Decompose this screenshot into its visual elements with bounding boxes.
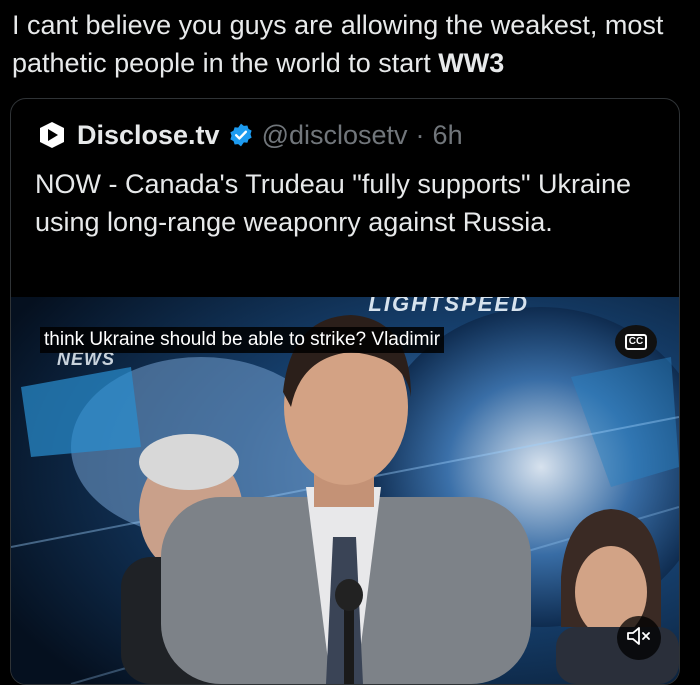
post-text-bold: WW3: [438, 48, 505, 78]
closed-captions-button[interactable]: CC: [615, 325, 657, 359]
verified-badge-icon: [228, 122, 254, 148]
quoted-author-name[interactable]: Disclose.tv: [77, 120, 220, 151]
post-text-main: I cant believe you guys are allowing the…: [12, 10, 664, 78]
video-caption: think Ukraine should be able to strike? …: [40, 327, 445, 353]
dot-separator: ·: [415, 119, 425, 150]
backdrop-sign: LIGHTSPEED: [368, 297, 529, 316]
quoted-author-handle[interactable]: @disclosetv: [262, 120, 408, 151]
cc-icon: CC: [624, 334, 648, 350]
post-text: I cant believe you guys are allowing the…: [12, 6, 692, 82]
quoted-post-card[interactable]: Disclose.tv @disclosetv · 6h NOW - Canad…: [10, 98, 680, 685]
post-timestamp[interactable]: 6h: [433, 120, 463, 151]
video-player[interactable]: LIGHTSPEED NEWS think Ukraine should be …: [11, 297, 679, 684]
muted-speaker-icon: [626, 625, 652, 652]
quoted-post-text: NOW - Canada's Trudeau "fully supports" …: [35, 169, 632, 237]
mute-button[interactable]: [617, 616, 661, 660]
disclose-logo-icon[interactable]: [35, 118, 69, 152]
quoted-post-header: Disclose.tv @disclosetv · 6h: [35, 117, 463, 153]
